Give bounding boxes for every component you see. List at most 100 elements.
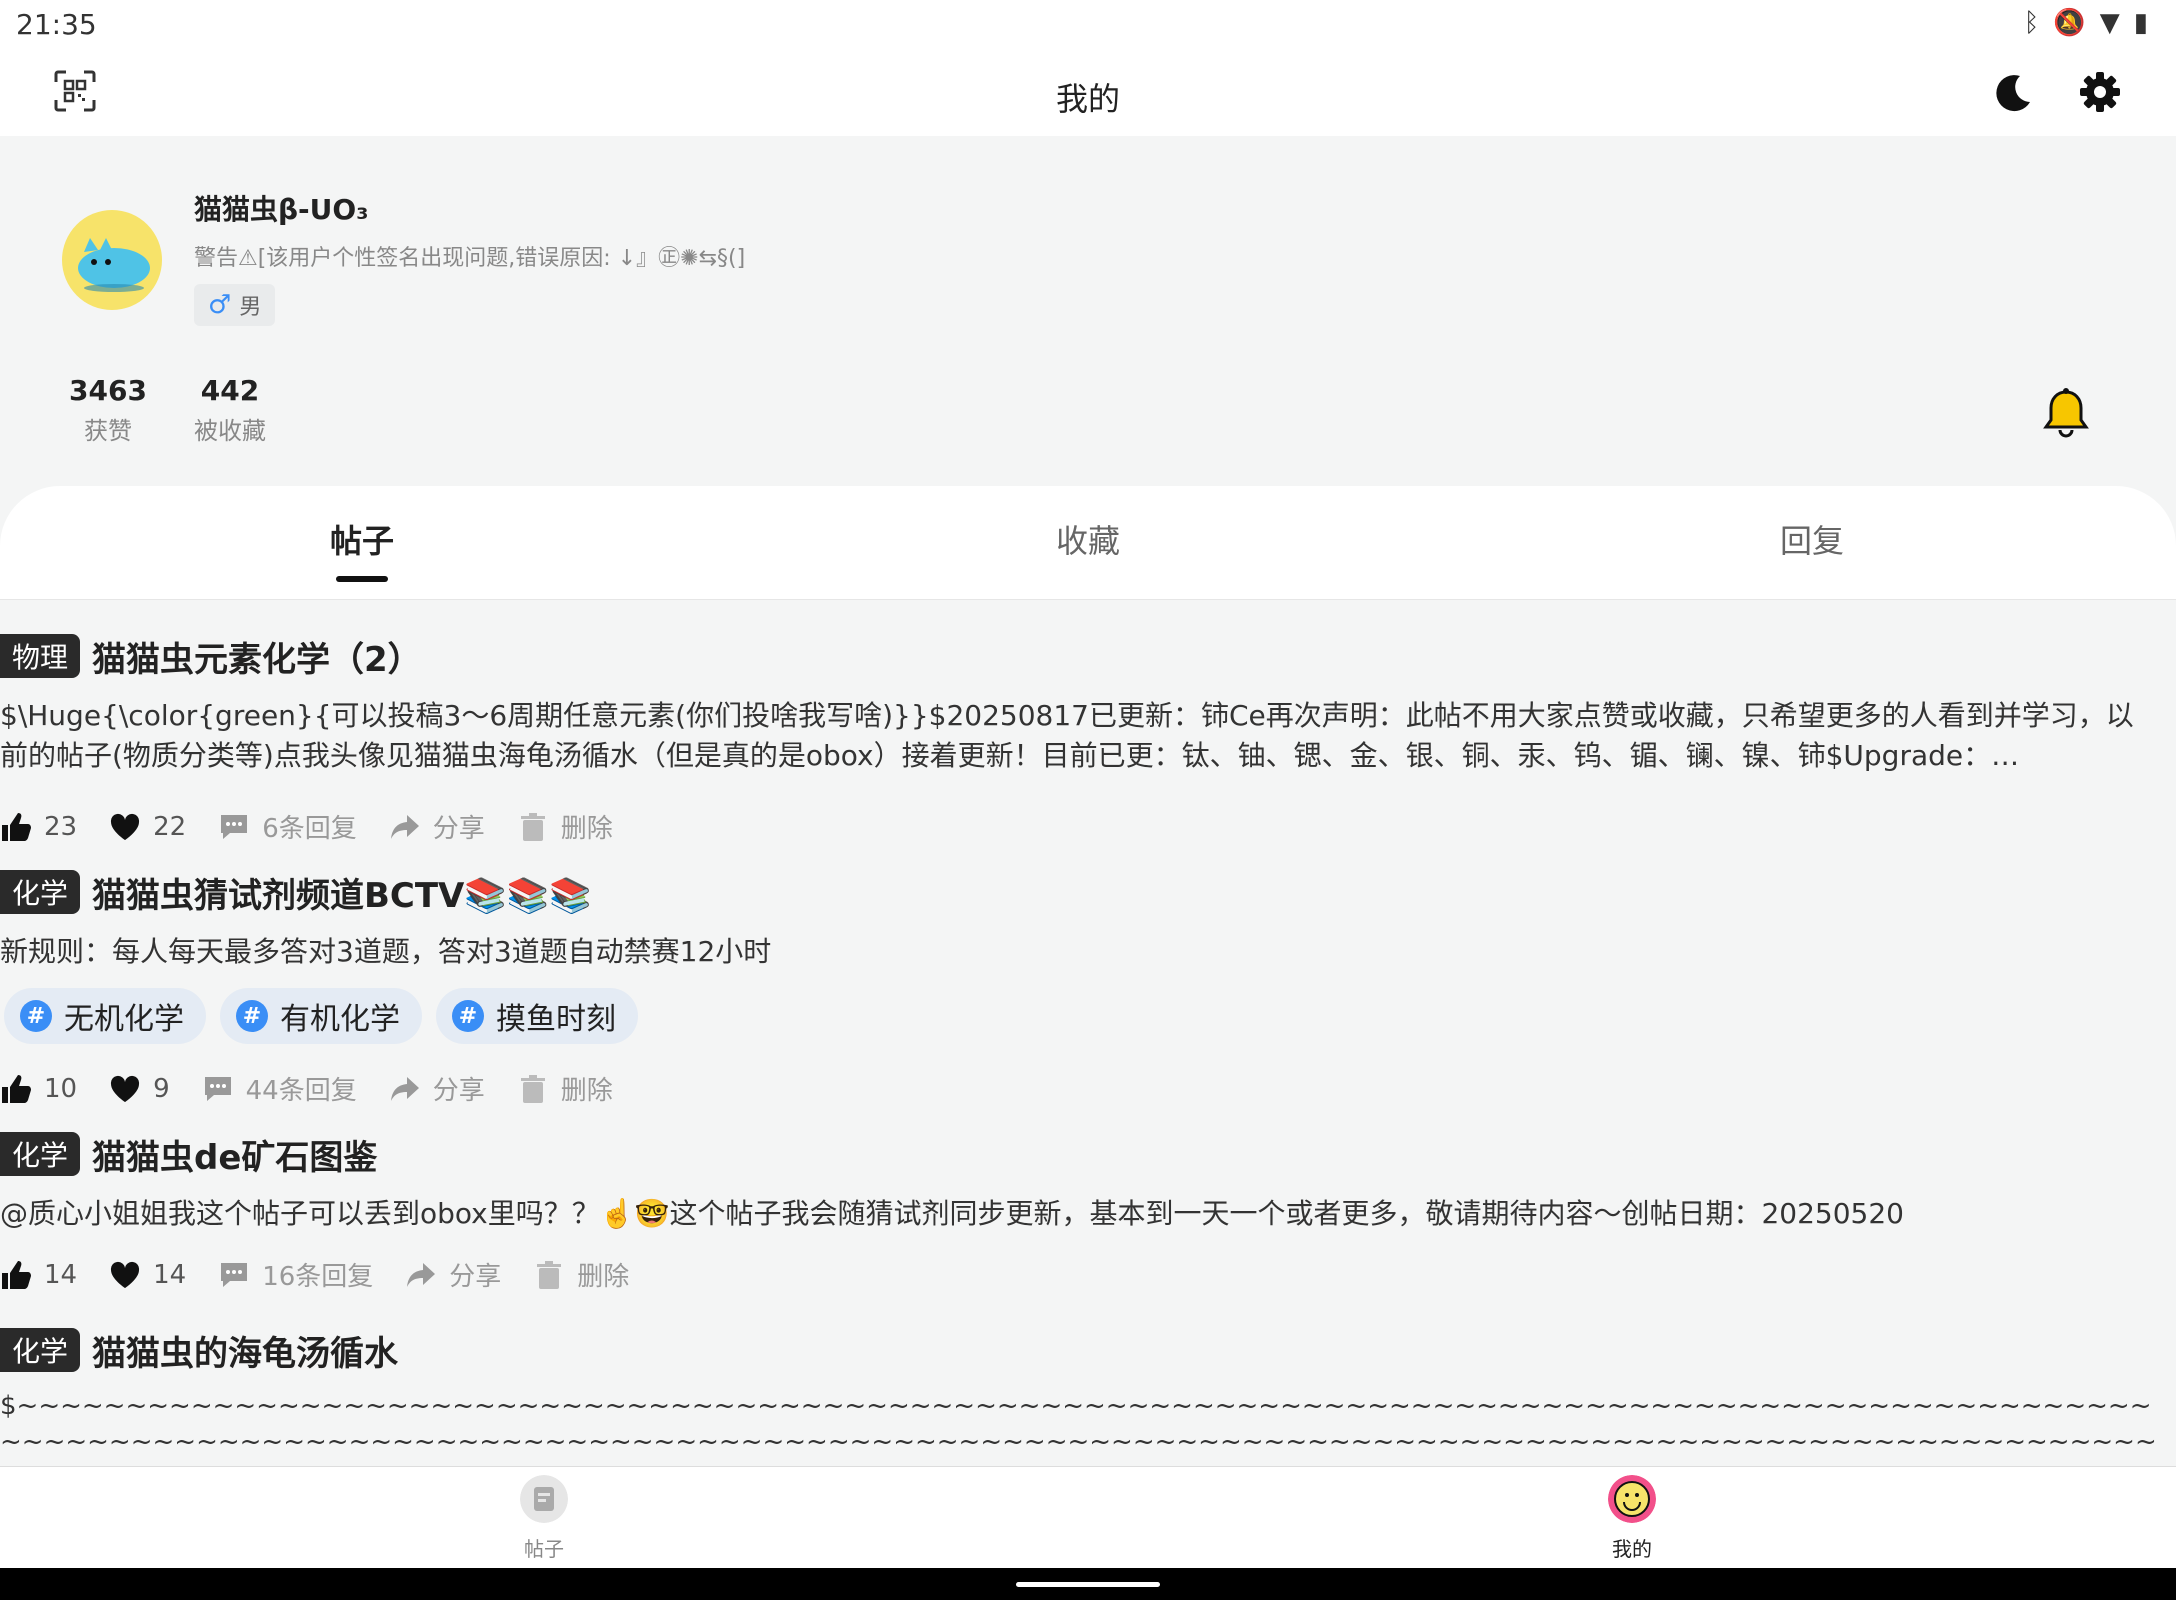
- post-actions: 23 22 6条回复 分享 删除: [0, 808, 645, 845]
- reply-count: 16条回复: [262, 1262, 374, 1292]
- comment-icon: [221, 814, 248, 839]
- dark-mode-icon[interactable]: [1990, 70, 2034, 114]
- reply-button[interactable]: 16条回复: [218, 1256, 373, 1293]
- nav-posts[interactable]: 帖子: [484, 1475, 604, 1562]
- favorite-button[interactable]: 22: [109, 811, 186, 843]
- post-category-tag: 物理: [0, 634, 81, 678]
- trash-icon: [520, 1074, 545, 1103]
- like-count: 23: [44, 811, 78, 842]
- tab-favorites[interactable]: 收藏: [988, 516, 1188, 562]
- like-button[interactable]: 23: [0, 811, 77, 843]
- post-category-tag: 化学: [0, 870, 81, 914]
- topic-label: 摸鱼时刻: [496, 1002, 616, 1037]
- thumbs-up-icon: [2, 812, 31, 841]
- thumbs-up-icon: [2, 1074, 31, 1103]
- post-body[interactable]: $~~~~~~~~~~~~~~~~~~~~~~~~~~~~~~~~~~~~~~~…: [0, 1388, 2160, 1466]
- gender-badge: ♂ 男: [194, 284, 276, 326]
- delete-label: 删除: [560, 1076, 613, 1106]
- hashtag-icon: #: [236, 1000, 268, 1032]
- settings-gear-icon[interactable]: [2078, 70, 2122, 114]
- delete-label: 删除: [577, 1262, 630, 1292]
- posts-nav-icon: [520, 1475, 568, 1523]
- heart-icon: [111, 813, 140, 840]
- heart-icon: [111, 1075, 140, 1102]
- bottom-navigation: 帖子 我的: [0, 1466, 2176, 1568]
- share-icon: [407, 1262, 436, 1287]
- status-bar: 21:35 ᛒ 🔕 ▼ ▮: [0, 0, 2176, 50]
- page-title: 我的: [1055, 80, 1120, 118]
- post-title[interactable]: 猫猫虫de矿石图鉴: [92, 1130, 377, 1179]
- post-actions: 10 9 44条回复 分享 删除: [0, 1070, 645, 1107]
- nav-me[interactable]: 我的: [1572, 1475, 1692, 1562]
- tab-posts[interactable]: 帖子: [262, 516, 462, 562]
- username: 猫猫虫β-UO₃: [194, 193, 369, 226]
- share-button[interactable]: 分享: [405, 1256, 501, 1293]
- home-gesture-handle[interactable]: [1016, 1582, 1160, 1587]
- delete-button[interactable]: 删除: [517, 808, 613, 845]
- share-button[interactable]: 分享: [389, 1070, 485, 1107]
- favorite-button[interactable]: 14: [109, 1259, 186, 1291]
- reply-button[interactable]: 6条回复: [218, 808, 357, 845]
- gender-label: 男: [239, 295, 262, 320]
- delete-button[interactable]: 删除: [517, 1070, 613, 1107]
- hashtag-icon: #: [452, 1000, 484, 1032]
- thumbs-up-icon: [2, 1260, 31, 1289]
- status-time: 21:35: [16, 8, 97, 41]
- post-category-tag: 化学: [0, 1132, 81, 1176]
- post-body[interactable]: @质心小姐姐我这个帖子可以丢到obox里吗？？☝️🤓这个帖子我会随猜试剂同步更新…: [0, 1194, 2160, 1234]
- favorite-count: 22: [153, 811, 187, 842]
- share-button[interactable]: 分享: [389, 808, 485, 845]
- topic-list: # 无机化学 # 有机化学 # 摸鱼时刻: [4, 988, 638, 1044]
- reply-button[interactable]: 44条回复: [202, 1070, 357, 1107]
- nav-posts-label: 帖子: [524, 1537, 564, 1561]
- tab-bar: 帖子 收藏 回复: [0, 486, 2176, 600]
- post-title[interactable]: 猫猫虫的海龟汤循水: [92, 1326, 398, 1375]
- delete-label: 删除: [560, 814, 613, 844]
- top-bar: 我的: [0, 50, 2176, 136]
- topic-chip[interactable]: # 无机化学: [4, 988, 206, 1044]
- nav-me-label: 我的: [1612, 1537, 1652, 1561]
- stat-likes-value: 3463: [69, 374, 147, 407]
- comment-icon: [204, 1076, 231, 1101]
- share-label: 分享: [432, 814, 485, 844]
- reply-count: 44条回复: [245, 1076, 357, 1106]
- heart-icon: [111, 1261, 140, 1288]
- trash-icon: [537, 1260, 562, 1289]
- wifi-icon: ▼: [2099, 8, 2120, 38]
- post-feed: 物理 猫猫虫元素化学（2） $\Huge{\color{green}{可以投稿3…: [0, 600, 2176, 1466]
- share-label: 分享: [432, 1076, 485, 1106]
- post-body[interactable]: $\Huge{\color{green}{可以投稿3～6周期任意元素(你们投啥我…: [0, 696, 2160, 776]
- bell-icon[interactable]: [2040, 386, 2092, 442]
- status-icons: ᛒ 🔕 ▼ ▮: [2024, 8, 2148, 38]
- favorite-count: 9: [153, 1073, 170, 1104]
- battery-icon: ▮: [2133, 8, 2148, 38]
- post-body[interactable]: 新规则：每人每天最多答对3道题，答对3道题自动禁赛12小时: [0, 932, 2160, 972]
- topic-chip[interactable]: # 有机化学: [220, 988, 422, 1044]
- reply-count: 6条回复: [262, 814, 357, 844]
- favorite-count: 14: [153, 1259, 187, 1290]
- system-navigation-bar: [0, 1568, 2176, 1600]
- avatar[interactable]: [62, 210, 162, 310]
- delete-button[interactable]: 删除: [533, 1256, 629, 1293]
- post-category-tag: 化学: [0, 1328, 81, 1372]
- like-count: 14: [44, 1259, 78, 1290]
- post-title[interactable]: 猫猫虫猜试剂频道BCTV📚📚📚: [92, 868, 591, 917]
- like-button[interactable]: 14: [0, 1259, 77, 1291]
- post-title[interactable]: 猫猫虫元素化学（2）: [92, 632, 422, 681]
- stat-likes-label: 获赞: [84, 417, 132, 445]
- like-button[interactable]: 10: [0, 1073, 77, 1105]
- trash-icon: [520, 812, 545, 841]
- share-icon: [390, 814, 419, 839]
- comment-icon: [221, 1262, 248, 1287]
- tab-replies[interactable]: 回复: [1712, 516, 1912, 562]
- notifications-off-icon: 🔕: [2053, 8, 2086, 38]
- like-count: 10: [44, 1073, 78, 1104]
- bluetooth-icon: ᛒ: [2023, 8, 2040, 38]
- stat-favorited: 442 被收藏: [180, 374, 280, 446]
- stat-likes: 3463 获赞: [58, 374, 158, 446]
- favorite-button[interactable]: 9: [109, 1073, 170, 1105]
- share-label: 分享: [449, 1262, 502, 1292]
- topic-label: 有机化学: [280, 1002, 400, 1037]
- topic-chip[interactable]: # 摸鱼时刻: [436, 988, 638, 1044]
- active-tab-indicator: [336, 576, 388, 582]
